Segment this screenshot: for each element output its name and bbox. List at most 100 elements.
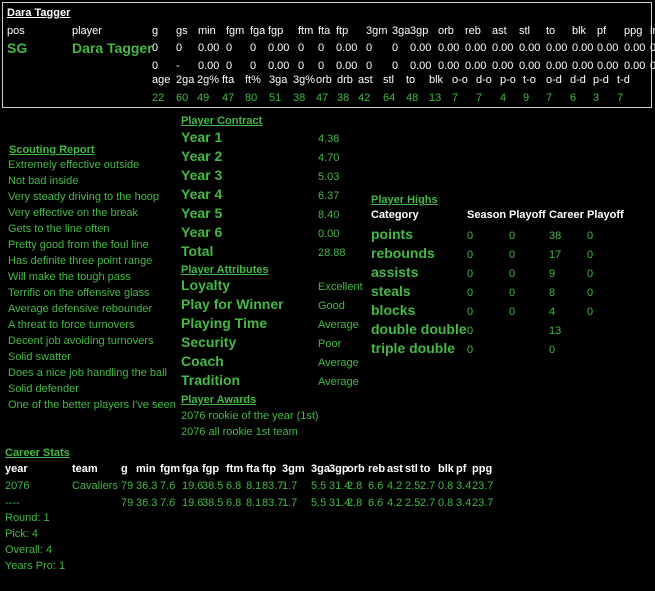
contract-year-label: Year 6 [181, 224, 223, 240]
draft-info-list: Round: 1 Pick: 4 Overall: 4 Years Pro: 1 [5, 510, 65, 574]
career-cell: 2.8 [347, 480, 363, 492]
highs-category: double double [371, 321, 467, 337]
scouting-item: Has definite three point range [8, 255, 153, 267]
career-header: fgm [160, 463, 181, 475]
rating-header: age [152, 74, 171, 86]
column-header: pos [7, 25, 25, 37]
career-cell: 2076 [5, 480, 30, 492]
highs-value: 0 [587, 306, 594, 318]
contract-value: 4.38 [318, 133, 340, 145]
rating-header: o-o [452, 74, 468, 86]
scouting-item: Very effective on the break [8, 207, 139, 219]
highs-value: 0 [509, 287, 516, 299]
empty-cell [7, 59, 72, 73]
highs-category: triple double [371, 340, 455, 356]
awards-list: 2076 rookie of the year (1st) 2076 all ro… [181, 408, 319, 440]
table-cell: 0 [250, 60, 257, 72]
column-header: pf [597, 25, 607, 37]
rating-header: t-d [617, 74, 630, 86]
career-header: fgp [202, 463, 220, 475]
career-header: blk [438, 463, 454, 475]
highs-header: Career [549, 209, 584, 221]
career-header: year [5, 463, 28, 475]
scouting-item: Very steady driving to the hoop [8, 191, 160, 203]
career-cell: 1.7 [282, 497, 298, 509]
rating-value: 38 [293, 92, 306, 104]
scouting-item: A threat to force turnovers [8, 319, 135, 331]
scouting-item: One of the better players I've seen [8, 399, 176, 411]
award-item: 2076 all rookie 1st team [181, 426, 298, 438]
column-header: fta [318, 25, 331, 37]
career-header: 3gm [282, 463, 305, 475]
rating-value: 80 [245, 92, 258, 104]
table-cell: 0.00 [438, 60, 460, 72]
rating-value: 13 [429, 92, 442, 104]
highs-value [587, 322, 627, 341]
table-cell: 0 [226, 60, 233, 72]
table-cell: 0.00 [492, 60, 514, 72]
career-cell: 36.3 [136, 480, 158, 492]
career-header: ftp [262, 463, 277, 475]
contract-year-label: Total [181, 243, 214, 259]
attribute-label: Tradition [181, 372, 241, 388]
draft-item: Years Pro: 1 [5, 560, 66, 572]
highs-value: 0 [549, 344, 556, 356]
column-header: fgm [226, 25, 245, 37]
column-header: ppg [624, 25, 643, 37]
career-cell: 4.2 [387, 480, 403, 492]
highs-value: 9 [549, 268, 556, 280]
career-header: stl [405, 463, 418, 475]
career-cell: 19.6 [182, 497, 204, 509]
rating-value: 48 [406, 92, 419, 104]
career-cell: 19.6 [182, 480, 204, 492]
table-cell: 0.00 [198, 42, 220, 54]
career-cell: 23.7 [472, 497, 494, 509]
column-header: ast [492, 25, 507, 37]
column-header: 3gm [366, 25, 388, 37]
attribute-label: Security [181, 334, 237, 350]
rating-header: p-o [500, 74, 516, 86]
contract-year-label: Year 2 [181, 148, 223, 164]
highs-header: Season [467, 209, 507, 221]
career-stats-table: year team g min fgm fga fgp ftm fta ftp 3gm 3ga 3gp o… [5, 462, 494, 510]
contract-value: 0.00 [318, 228, 340, 240]
rating-header: 3g% [293, 74, 316, 86]
column-header: stl [519, 25, 530, 37]
scouting-item: Average defensive rebounder [8, 303, 153, 315]
highs-value: 0 [467, 230, 474, 242]
career-header: 3gp [329, 463, 349, 475]
table-cell: 0.00 [546, 60, 568, 72]
contract-value: 28.88 [318, 247, 346, 259]
career-cell: 0.8 [438, 497, 454, 509]
rating-header: ft% [245, 74, 261, 86]
table-cell: 0.00 [597, 42, 619, 54]
career-header: ftm [226, 463, 244, 475]
rating-value: 9 [523, 92, 530, 104]
table-cell: 0 [152, 42, 159, 54]
player-box-title: Dara Tagger [7, 7, 71, 19]
highs-value: 0 [467, 306, 474, 318]
highs-value: 0 [509, 306, 516, 318]
career-stats-title: Career Stats [5, 447, 70, 459]
contract-year-label: Year 1 [181, 129, 223, 145]
highs-value: 0 [467, 344, 474, 356]
attribute-value: Good [318, 300, 345, 312]
awards-title: Player Awards [181, 394, 257, 406]
highs-value: 0 [587, 249, 594, 261]
contract-year-label: Year 5 [181, 205, 223, 221]
highs-value [587, 341, 627, 360]
career-header: min [136, 463, 156, 475]
scouting-item: Not bad inside [8, 175, 79, 187]
highs-value: 0 [587, 287, 594, 299]
attribute-value: Average [318, 376, 359, 388]
table-cell: 0 [392, 60, 399, 72]
player-position: SG [7, 40, 28, 56]
rating-value: 7 [476, 92, 483, 104]
contract-value: 8.40 [318, 209, 340, 221]
rating-header: t-o [523, 74, 536, 86]
attributes-title: Player Attributes [181, 264, 269, 276]
column-header: fga [250, 25, 266, 37]
rating-header: p-d [593, 74, 609, 86]
table-cell: 0 [152, 60, 159, 72]
contract-value: 6.37 [318, 190, 340, 202]
